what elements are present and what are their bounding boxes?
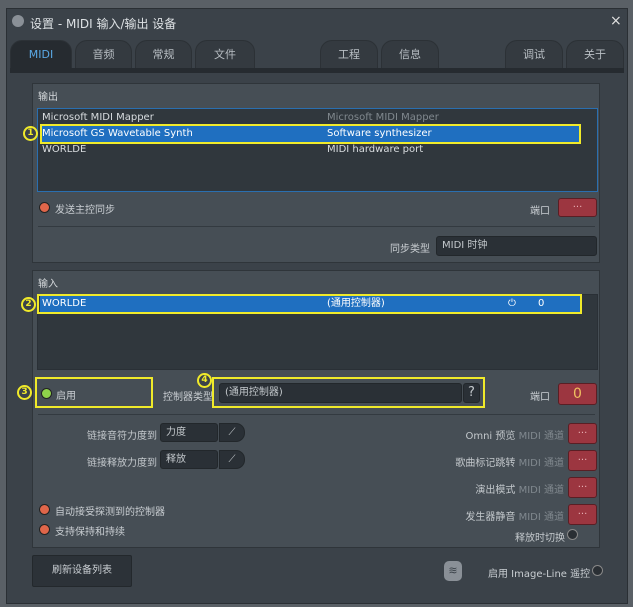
song-marker-channel-button[interactable]: ··· xyxy=(568,450,597,471)
toggle-on-release-radio[interactable] xyxy=(567,529,578,540)
divider xyxy=(38,414,595,415)
annotation-marker-4: 4 xyxy=(197,373,212,388)
app-logo-icon xyxy=(12,15,24,27)
channel-label: 发生器静音 MIDI 通道 xyxy=(380,508,564,523)
output-device-row[interactable]: WORLDE MIDI hardware port xyxy=(40,142,595,158)
input-label: 输入 xyxy=(38,279,58,290)
port-label: 端口 xyxy=(530,206,550,217)
link-velocity-label: 链接音符力度到 xyxy=(87,431,157,442)
annotation-box-2 xyxy=(37,294,582,314)
channel-suffix: MIDI 通道 xyxy=(518,485,564,496)
input-port-button[interactable]: 0 xyxy=(558,383,597,405)
tab-info[interactable]: 信息 xyxy=(381,40,439,69)
annotation-box-4 xyxy=(212,377,485,408)
support-hold-label: 支持保持和持续 xyxy=(55,527,125,538)
channel-label: Omni 预览 MIDI 通道 xyxy=(380,427,564,442)
link-velocity-dropdown[interactable]: 力度 xyxy=(160,423,218,442)
annotation-marker-3: 3 xyxy=(17,385,32,400)
channel-suffix: MIDI 通道 xyxy=(518,458,564,469)
wifi-remote-icon: ≋ xyxy=(444,561,462,581)
tab-about[interactable]: 关于 xyxy=(566,40,624,69)
tab-audio[interactable]: 音频 xyxy=(75,40,132,69)
performance-mode-channel-button[interactable]: ··· xyxy=(568,477,597,498)
tab-midi[interactable]: MIDI xyxy=(10,40,72,69)
sync-type-label: 同步类型 xyxy=(390,244,430,255)
output-port-button[interactable]: ··· xyxy=(558,198,597,217)
send-sync-label: 发送主控同步 xyxy=(55,205,115,216)
channel-name: 歌曲标记跳转 xyxy=(455,458,516,469)
channel-name: Omni 预览 xyxy=(465,431,516,442)
link-curve-icon[interactable]: ⟋ xyxy=(219,423,245,442)
device-type: MIDI hardware port xyxy=(327,144,424,155)
tab-general[interactable]: 常规 xyxy=(135,40,192,69)
remote-label: 启用 Image-Line 遥控 xyxy=(488,569,591,580)
annotation-box-3 xyxy=(35,377,153,408)
link-release-label: 链接释放力度到 xyxy=(87,458,157,469)
auto-accept-radio[interactable] xyxy=(39,504,50,515)
generator-mute-channel-button[interactable]: ··· xyxy=(568,504,597,525)
annotation-marker-1: 1 xyxy=(23,126,38,141)
port-label: 端口 xyxy=(530,392,550,403)
channel-suffix: MIDI 通道 xyxy=(518,512,564,523)
close-button[interactable]: × xyxy=(610,13,622,29)
support-hold-radio[interactable] xyxy=(39,524,50,535)
divider xyxy=(38,226,595,227)
channel-suffix: MIDI 通道 xyxy=(518,431,564,442)
device-name: WORLDE xyxy=(42,144,87,155)
channel-label: 演出模式 MIDI 通道 xyxy=(380,481,564,496)
link-curve-icon[interactable]: ⟋ xyxy=(219,450,245,469)
annotation-box-1 xyxy=(40,124,581,144)
channel-name: 发生器静音 xyxy=(465,512,516,523)
controller-type-label: 控制器类型 xyxy=(163,392,213,403)
remote-radio[interactable] xyxy=(592,565,603,576)
tab-project[interactable]: 工程 xyxy=(320,40,378,69)
channel-name: 演出模式 xyxy=(475,485,516,496)
omni-preview-channel-button[interactable]: ··· xyxy=(568,423,597,444)
link-release-dropdown[interactable]: 释放 xyxy=(160,450,218,469)
annotation-marker-2: 2 xyxy=(21,297,36,312)
toggle-on-release-label: 释放时切换 xyxy=(515,533,565,544)
window-title: 设置 - MIDI 输入/输出 设备 xyxy=(30,17,177,31)
refresh-device-list-button[interactable]: 刷新设备列表 xyxy=(32,555,132,587)
channel-label: 歌曲标记跳转 MIDI 通道 xyxy=(380,454,564,469)
sync-type-dropdown[interactable]: MIDI 时钟 xyxy=(436,236,597,256)
auto-accept-label: 自动接受探测到的控制器 xyxy=(55,507,165,518)
send-sync-radio[interactable] xyxy=(39,202,50,213)
tab-file[interactable]: 文件 xyxy=(195,40,255,69)
output-label: 输出 xyxy=(38,92,58,103)
tab-bar-divider xyxy=(10,68,624,73)
tab-debug[interactable]: 调试 xyxy=(505,40,563,69)
